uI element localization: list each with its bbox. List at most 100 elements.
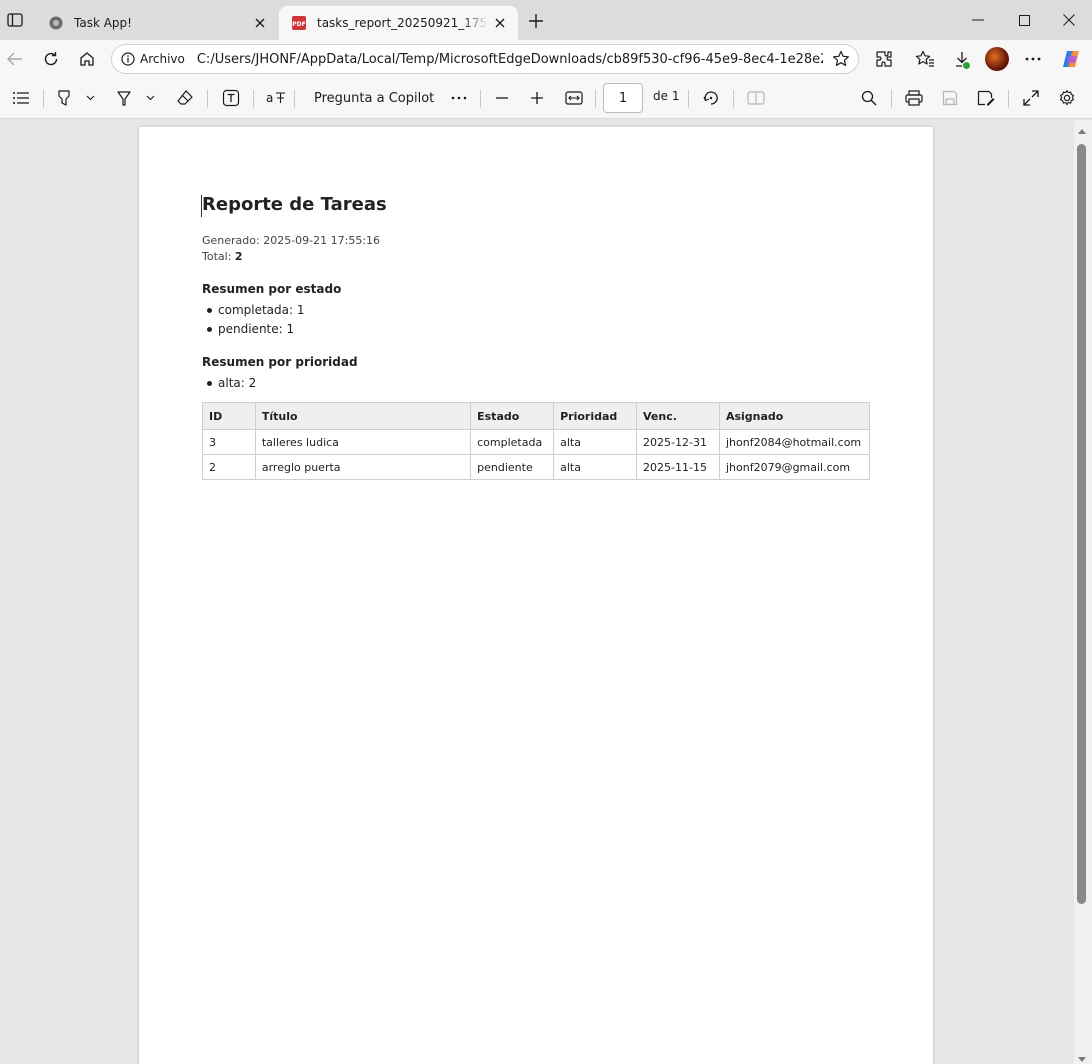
total-label: Total: xyxy=(202,250,232,263)
fullscreen-icon[interactable] xyxy=(1019,86,1043,110)
table-row: 3 talleres ludica completada alta 2025-1… xyxy=(202,429,871,455)
svg-text:PDF: PDF xyxy=(292,21,305,28)
toolbar-divider xyxy=(733,90,734,108)
more-options-icon[interactable] xyxy=(1021,47,1045,71)
table-header-row: ID Título Estado Prioridad Venc. Asignad… xyxy=(202,402,871,430)
toolbar-divider xyxy=(294,90,295,108)
fit-to-width-icon[interactable] xyxy=(562,86,586,110)
cell-id: 3 xyxy=(202,429,256,455)
tab-strip: Task App! PDF tasks_report_20250921_1755… xyxy=(0,0,1092,40)
toolbar-divider xyxy=(43,90,44,108)
tab-title: tasks_report_20250921_175516.pdf xyxy=(317,16,488,30)
print-icon[interactable] xyxy=(902,86,926,110)
list-item-text: pendiente: 1 xyxy=(218,322,295,336)
star-icon[interactable] xyxy=(831,49,851,69)
list-item: alta: 2 xyxy=(207,376,256,390)
info-icon[interactable] xyxy=(120,51,136,67)
close-icon[interactable] xyxy=(488,11,512,35)
save-icon xyxy=(938,86,962,110)
toolbar-divider xyxy=(891,90,892,108)
cell-assignee: jhonf2079@gmail.com xyxy=(718,454,871,480)
toolbar-divider xyxy=(1008,90,1009,108)
toolbar-divider xyxy=(253,90,254,108)
add-text-icon[interactable] xyxy=(219,86,243,110)
report-title: Reporte de Tareas xyxy=(202,194,387,215)
zoom-in-icon[interactable] xyxy=(525,86,549,110)
settings-gear-icon[interactable] xyxy=(1055,86,1079,110)
cell-status: completada xyxy=(470,429,555,455)
copilot-icon[interactable] xyxy=(1059,47,1083,71)
zoom-out-icon[interactable] xyxy=(490,86,514,110)
pdf-page: Reporte de Tareas Generado: 2025-09-21 1… xyxy=(139,127,933,1064)
toolbar-divider xyxy=(207,90,208,108)
favorites-icon[interactable] xyxy=(913,47,937,71)
ask-copilot-button[interactable]: Pregunta a Copilot xyxy=(306,87,442,109)
profile-avatar[interactable] xyxy=(985,47,1009,71)
priority-summary-heading: Resumen por prioridad xyxy=(202,355,358,369)
list-item-text: alta: 2 xyxy=(218,376,257,390)
column-header-status: Estado xyxy=(470,402,555,430)
pdf-toolbar: a Pregunta a Copilot 1 de 1 xyxy=(0,78,1092,119)
pdf-icon: PDF xyxy=(291,15,307,31)
cell-title: arreglo puerta xyxy=(254,454,472,480)
chevron-down-icon[interactable] xyxy=(84,90,96,106)
column-header-assignee: Asignado xyxy=(718,402,871,430)
search-icon[interactable] xyxy=(857,86,881,110)
app-favicon-icon xyxy=(48,15,64,31)
extensions-icon[interactable] xyxy=(872,47,896,71)
tab-title: Task App! xyxy=(74,16,132,30)
maximize-button[interactable] xyxy=(1001,6,1047,34)
status-summary-heading: Resumen por estado xyxy=(202,282,342,296)
list-item: pendiente: 1 xyxy=(207,322,294,336)
cell-status: pendiente xyxy=(470,454,555,480)
highlight-icon[interactable] xyxy=(52,86,76,110)
address-box[interactable]: Archivo C:/Users/JHONF/AppData/Local/Tem… xyxy=(111,44,859,74)
page-view-icon xyxy=(744,86,768,110)
download-complete-badge xyxy=(962,61,971,70)
read-aloud-icon[interactable]: a xyxy=(264,86,288,110)
bullet xyxy=(207,380,212,386)
back-arrow-icon[interactable] xyxy=(3,47,27,71)
table-row: 2 arreglo puerta pendiente alta 2025-11-… xyxy=(202,454,871,480)
scrollbar-thumb[interactable] xyxy=(1077,144,1086,904)
column-header-priority: Prioridad xyxy=(553,402,638,430)
cell-priority: alta xyxy=(553,429,638,455)
cell-due: 2025-11-15 xyxy=(636,454,720,480)
vertical-tabs-icon[interactable] xyxy=(6,9,24,31)
bullet xyxy=(207,326,212,332)
scroll-up-icon[interactable] xyxy=(1076,126,1087,136)
page-count: de 1 xyxy=(653,89,680,103)
tab-task-app[interactable]: Task App! xyxy=(36,6,278,40)
cell-assignee: jhonf2084@hotmail.com xyxy=(718,429,871,455)
pdf-viewer: Reporte de Tareas Generado: 2025-09-21 1… xyxy=(0,120,1092,1064)
home-icon[interactable] xyxy=(75,47,99,71)
generated-timestamp: Generado: 2025-09-21 17:55:16 xyxy=(202,234,381,247)
site-chip[interactable]: Archivo xyxy=(140,52,185,66)
tab-pdf-report[interactable]: PDF tasks_report_20250921_175516.pdf xyxy=(279,6,518,40)
page-number-input[interactable]: 1 xyxy=(603,83,643,113)
list-item-text: completada: 1 xyxy=(218,303,305,317)
column-header-title: Título xyxy=(254,402,472,430)
column-header-due: Venc. xyxy=(636,402,720,430)
tasks-table: ID Título Estado Prioridad Venc. Asignad… xyxy=(202,402,871,480)
total-line: Total: 2 xyxy=(202,250,243,263)
close-window-button[interactable] xyxy=(1046,6,1092,34)
rotate-icon[interactable] xyxy=(699,86,723,110)
refresh-icon[interactable] xyxy=(39,47,63,71)
new-tab-button[interactable] xyxy=(524,9,548,33)
save-as-icon[interactable] xyxy=(974,86,998,110)
url-text[interactable]: C:/Users/JHONF/AppData/Local/Temp/Micros… xyxy=(197,52,823,67)
cell-title: talleres ludica xyxy=(254,429,472,455)
toolbar-divider xyxy=(480,90,481,108)
draw-icon[interactable] xyxy=(112,86,136,110)
scroll-down-icon[interactable] xyxy=(1076,1054,1087,1064)
chevron-down-icon[interactable] xyxy=(144,90,156,106)
table-of-contents-icon[interactable] xyxy=(9,86,33,110)
cell-priority: alta xyxy=(553,454,638,480)
minimize-button[interactable] xyxy=(955,6,1001,34)
close-icon[interactable] xyxy=(248,11,272,35)
cell-id: 2 xyxy=(202,454,256,480)
bullet xyxy=(207,307,212,313)
more-tools-icon[interactable] xyxy=(447,86,471,110)
eraser-icon[interactable] xyxy=(173,86,197,110)
